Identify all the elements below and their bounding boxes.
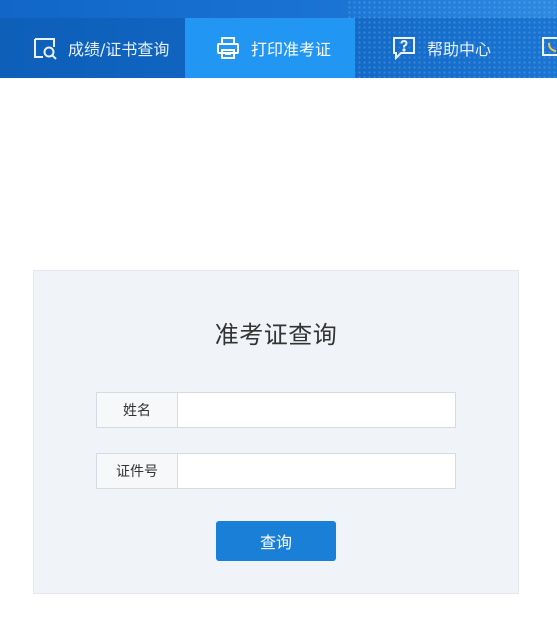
name-input[interactable] bbox=[178, 393, 455, 427]
nav-item-label: 成绩/证书查询 bbox=[68, 40, 170, 59]
printer-icon bbox=[215, 35, 241, 61]
name-label: 姓名 bbox=[97, 393, 178, 427]
admission-query-panel: 准考证查询 姓名 证件号 查询 bbox=[33, 270, 519, 594]
main-nav: 成绩/证书查询 打印准考证 帮助中心 bbox=[0, 18, 557, 78]
nav-item-contact[interactable] bbox=[537, 18, 557, 78]
top-banner bbox=[0, 0, 557, 18]
id-number-field: 证件号 bbox=[96, 453, 456, 489]
help-chat-icon bbox=[391, 35, 417, 61]
world-map-decoration bbox=[347, 0, 557, 18]
id-number-input[interactable] bbox=[178, 454, 455, 488]
nav-item-print-admission[interactable]: 打印准考证 bbox=[185, 18, 355, 78]
nav-item-label: 打印准考证 bbox=[251, 40, 332, 59]
search-certificate-icon bbox=[32, 35, 58, 61]
name-field: 姓名 bbox=[96, 392, 456, 428]
query-button[interactable]: 查询 bbox=[216, 521, 336, 561]
phone-icon bbox=[540, 35, 557, 61]
panel-title: 准考证查询 bbox=[214, 321, 338, 349]
nav-item-help-center[interactable]: 帮助中心 bbox=[355, 18, 515, 78]
nav-item-score-query[interactable]: 成绩/证书查询 bbox=[0, 18, 185, 78]
id-number-label: 证件号 bbox=[97, 454, 178, 488]
nav-item-label: 帮助中心 bbox=[427, 40, 492, 59]
